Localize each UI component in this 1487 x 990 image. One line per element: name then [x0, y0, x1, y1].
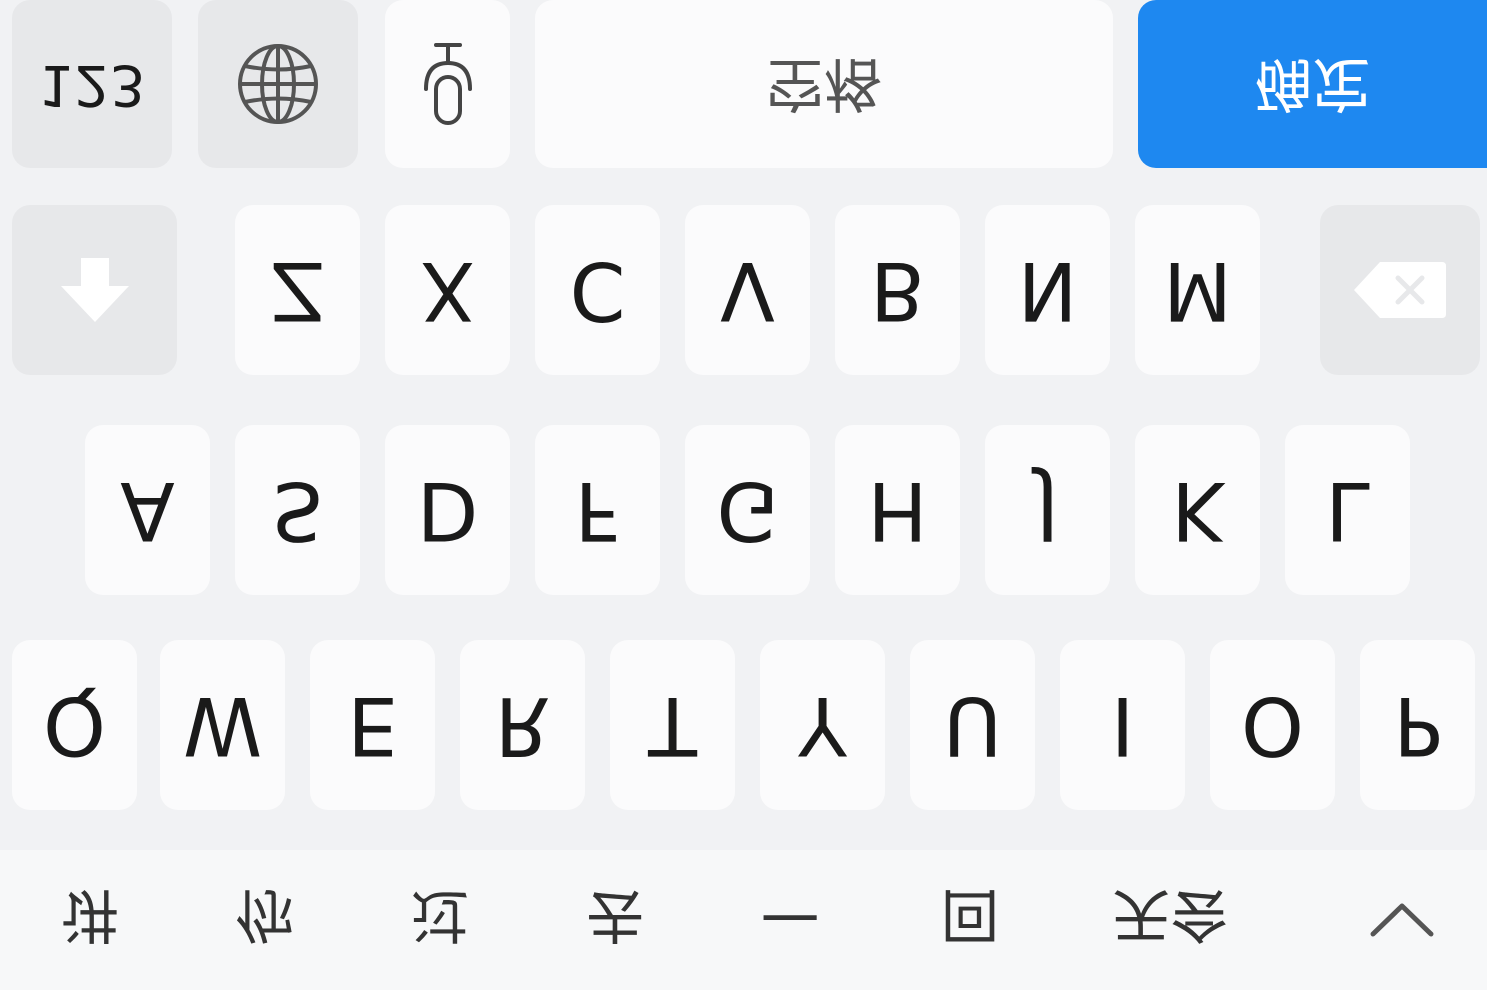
key-label: D — [416, 464, 479, 557]
suggestion-item[interactable]: 讲 — [20, 850, 160, 990]
key-label: A — [120, 464, 175, 557]
confirm-key-label: 确定 — [1254, 50, 1371, 118]
suggestion-label: 去 — [585, 881, 644, 949]
key-l[interactable]: L — [1285, 425, 1410, 595]
suggestion-label: 一 — [760, 881, 819, 949]
space-key-label: 空格 — [765, 50, 882, 118]
confirm-key[interactable]: 确定 — [1138, 0, 1487, 168]
key-n[interactable]: N — [985, 205, 1110, 375]
space-key[interactable]: 空格 — [535, 0, 1113, 168]
key-label: G — [716, 464, 779, 557]
suggestion-item[interactable]: 去 — [545, 850, 685, 990]
suggestion-label: 回 — [940, 881, 999, 949]
key-b[interactable]: B — [835, 205, 960, 375]
backspace-key[interactable] — [1320, 205, 1480, 375]
key-row-bottom: Z X C V B N M — [0, 205, 1487, 375]
key-label: U — [943, 679, 1002, 772]
suggestion-bar: 天会 回 一 去 过 你 讲 — [0, 850, 1487, 990]
key-label: E — [347, 679, 398, 772]
key-o[interactable]: O — [1210, 640, 1335, 810]
key-m[interactable]: M — [1135, 205, 1260, 375]
key-label: Z — [270, 244, 325, 337]
key-label: S — [272, 464, 323, 557]
shift-key[interactable] — [12, 205, 177, 375]
numbers-key[interactable]: 123 — [12, 0, 172, 168]
key-label: H — [867, 464, 928, 557]
key-a[interactable]: A — [85, 425, 210, 595]
key-label: Y — [798, 679, 847, 772]
key-i[interactable]: I — [1060, 640, 1185, 810]
key-q[interactable]: Q — [12, 640, 137, 810]
key-v[interactable]: V — [685, 205, 810, 375]
collapse-keyboard-button[interactable] — [1317, 850, 1487, 990]
suggestion-label: 讲 — [60, 881, 119, 949]
key-f[interactable]: F — [535, 425, 660, 595]
key-j[interactable]: J — [985, 425, 1110, 595]
key-p[interactable]: P — [1360, 640, 1475, 810]
key-g[interactable]: G — [685, 425, 810, 595]
key-y[interactable]: Y — [760, 640, 885, 810]
key-z[interactable]: Z — [235, 205, 360, 375]
key-label: C — [569, 244, 626, 337]
numbers-key-label: 123 — [38, 52, 146, 117]
key-k[interactable]: K — [1135, 425, 1260, 595]
key-label: M — [1162, 244, 1233, 337]
key-label: Q — [43, 679, 106, 772]
globe-icon — [238, 44, 318, 124]
suggestion-item[interactable]: 天会 — [1085, 850, 1255, 990]
key-row-middle: A S D F G H J K L — [0, 425, 1487, 595]
suggestion-item[interactable]: 过 — [370, 850, 510, 990]
key-d[interactable]: D — [385, 425, 510, 595]
key-label: V — [720, 244, 775, 337]
key-row-top: Q W E R T Y U I O P — [0, 640, 1487, 810]
key-label: K — [1171, 464, 1224, 557]
key-label: O — [1241, 679, 1304, 772]
key-label: L — [1325, 464, 1370, 557]
key-label: I — [1110, 679, 1135, 772]
key-x[interactable]: X — [385, 205, 510, 375]
key-h[interactable]: H — [835, 425, 960, 595]
key-w[interactable]: W — [160, 640, 285, 810]
microphone-key[interactable] — [385, 0, 510, 168]
key-c[interactable]: C — [535, 205, 660, 375]
suggestion-label: 天会 — [1111, 881, 1228, 949]
globe-key[interactable] — [198, 0, 358, 168]
suggestion-item[interactable]: 回 — [900, 850, 1040, 990]
key-label: P — [1393, 679, 1442, 772]
backspace-icon — [1354, 262, 1446, 318]
key-r[interactable]: R — [460, 640, 585, 810]
key-label: T — [648, 679, 697, 772]
key-s[interactable]: S — [235, 425, 360, 595]
suggestion-item[interactable]: 你 — [195, 850, 335, 990]
suggestion-label: 你 — [235, 881, 294, 949]
key-e[interactable]: E — [310, 640, 435, 810]
key-label: N — [1017, 244, 1078, 337]
key-label: R — [494, 679, 551, 772]
keyboard: 天会 回 一 去 过 你 讲 Q W E R T Y U I O P A S D… — [0, 0, 1487, 990]
suggestion-item[interactable]: 一 — [720, 850, 860, 990]
chevron-down-icon — [1370, 903, 1434, 937]
key-label: X — [420, 244, 475, 337]
suggestion-label: 过 — [410, 881, 469, 949]
key-label: W — [182, 679, 263, 772]
shift-arrow-icon — [60, 258, 129, 322]
key-t[interactable]: T — [610, 640, 735, 810]
key-label: F — [574, 464, 621, 557]
function-row: 123 空格 确定 — [0, 0, 1487, 168]
microphone-icon — [423, 43, 472, 125]
key-label: J — [1035, 464, 1060, 557]
key-label: B — [870, 244, 925, 337]
key-u[interactable]: U — [910, 640, 1035, 810]
